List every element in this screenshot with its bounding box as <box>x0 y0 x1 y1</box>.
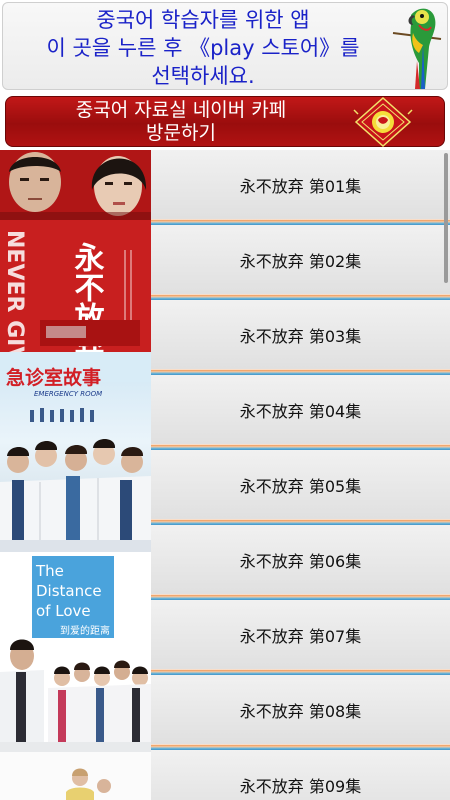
poster-column: NEVER GIVE UP 永不放弃 急诊室故事 EMERGENCY ROOM … <box>0 150 151 800</box>
play-store-banner-line3: 선택하세요. <box>151 64 255 88</box>
play-store-banner-line2: 이 곳을 누른 후 《play 스토어》를 <box>46 36 360 60</box>
parrot-icon <box>392 8 442 89</box>
episode-label: 永不放弃 第08集 <box>239 701 362 721</box>
episode-item-09[interactable]: 永不放弃 第09集 <box>151 750 450 800</box>
episode-label: 永不放弃 第09集 <box>239 776 362 796</box>
poster-never-give-up: NEVER GIVE UP 永不放弃 <box>0 150 151 352</box>
poster-partial-image <box>0 752 151 800</box>
naver-cafe-banner-line1: 중국어 자료실 네이버 카페 <box>75 99 287 121</box>
naver-cafe-banner-text: 중국어 자료실 네이버 카페 방문하기 <box>6 99 356 145</box>
app-screen: 중국어 학습자를 위한 앱 이 곳을 누른 후 《play 스토어》를 선택하세… <box>0 0 450 800</box>
poster-emergency-room-cn-title: 急诊室故事 <box>6 366 101 389</box>
episode-label: 永不放弃 第07集 <box>239 626 362 646</box>
play-store-banner-text: 중국어 학습자를 위한 앱 이 곳을 누른 후 《play 스토어》를 선택하세… <box>3 6 403 90</box>
list-scrollbar[interactable] <box>444 153 448 283</box>
lucky-charm-icon <box>353 96 413 148</box>
episode-label: 永不放弃 第03集 <box>239 326 362 346</box>
episode-item-06[interactable]: 永不放弃 第06集 <box>151 525 450 600</box>
episode-label: 永不放弃 第04集 <box>239 401 362 421</box>
poster-emergency-room-image: 急诊室故事 EMERGENCY ROOM <box>0 352 151 552</box>
poster-distance-of-love-image: The Distance of Love 到爱的距离 <box>0 552 151 752</box>
poster-partial <box>0 752 151 800</box>
play-store-banner[interactable]: 중국어 학습자를 위한 앱 이 곳을 누른 후 《play 스토어》를 선택하세… <box>2 2 448 90</box>
episode-label: 永不放弃 第05集 <box>239 476 362 496</box>
naver-cafe-banner-line2: 방문하기 <box>146 122 216 144</box>
poster-emergency-room-en-title: EMERGENCY ROOM <box>34 390 102 398</box>
naver-cafe-banner[interactable]: 중국어 자료실 네이버 카페 방문하기 <box>5 96 445 148</box>
episode-item-03[interactable]: 永不放弃 第03集 <box>151 300 450 375</box>
poster-distance-of-love: The Distance of Love 到爱的距离 <box>0 552 151 752</box>
episode-label: 永不放弃 第01集 <box>239 176 362 196</box>
episode-item-01[interactable]: 永不放弃 第01集 <box>151 150 450 225</box>
poster-emergency-room: 急诊室故事 EMERGENCY ROOM <box>0 352 151 552</box>
episode-list: 永不放弃 第01集 永不放弃 第02集 永不放弃 第03集 永不放弃 第04集 … <box>151 150 450 800</box>
episode-item-02[interactable]: 永不放弃 第02集 <box>151 225 450 300</box>
episode-item-04[interactable]: 永不放弃 第04集 <box>151 375 450 450</box>
poster-never-give-up-en-title: NEVER GIVE UP <box>2 230 27 352</box>
poster-never-give-up-image: NEVER GIVE UP 永不放弃 <box>0 150 151 352</box>
episode-item-08[interactable]: 永不放弃 第08集 <box>151 675 450 750</box>
poster-distance-of-love-cn-title: 到爱的距离 <box>60 624 110 637</box>
play-store-banner-line1: 중국어 학습자를 위한 앱 <box>96 8 310 32</box>
episode-label: 永不放弃 第02集 <box>239 251 362 271</box>
episode-item-05[interactable]: 永不放弃 第05集 <box>151 450 450 525</box>
episode-item-07[interactable]: 永不放弃 第07集 <box>151 600 450 675</box>
episode-label: 永不放弃 第06集 <box>239 551 362 571</box>
